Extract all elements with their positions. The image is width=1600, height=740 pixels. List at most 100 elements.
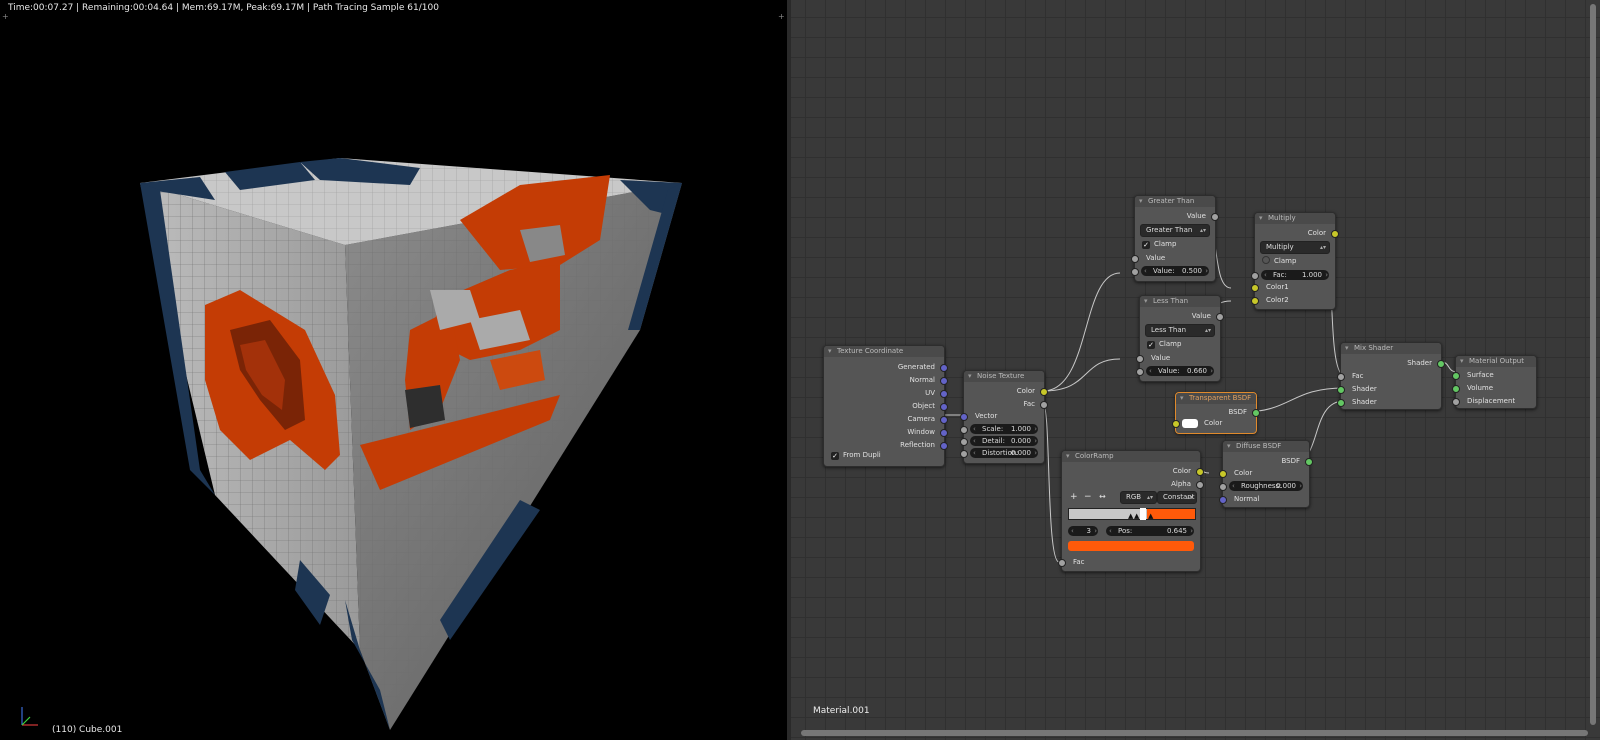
math-operation-select[interactable]: Less Than ▴▾ xyxy=(1145,324,1215,337)
checkbox-checked-icon: ✓ xyxy=(831,452,839,460)
mix-shader-node[interactable]: Mix Shader Shader Fac Shader Shader xyxy=(1337,342,1445,410)
socket-bsdf-out[interactable] xyxy=(1305,458,1313,466)
socket-shader2-in[interactable] xyxy=(1337,399,1345,407)
transparent-bsdf-node[interactable]: Transparent BSDF BSDF Color xyxy=(1172,392,1260,434)
noise-texture-node[interactable]: Noise Texture Color Fac Vector Scale:1.0… xyxy=(960,370,1048,464)
socket-color-out[interactable] xyxy=(1331,230,1339,238)
socket-value-in[interactable] xyxy=(1136,355,1144,363)
add-stop-button[interactable]: + xyxy=(1070,492,1078,502)
ramp-stop-marker-icon[interactable]: ▲ xyxy=(1148,512,1153,520)
socket-uv[interactable] xyxy=(940,390,948,398)
multiply-header[interactable]: Multiply xyxy=(1255,213,1335,224)
greater-than-node[interactable]: Greater Than Value Greater Than▴▾ ✓Clamp… xyxy=(1131,195,1219,282)
socket-fac-out[interactable] xyxy=(1040,401,1048,409)
diffuse-bsdf-header[interactable]: Diffuse BSDF xyxy=(1223,441,1309,452)
less-than-node[interactable]: Less Than Value Less Than▴▾ ✓Clamp Value… xyxy=(1136,295,1224,382)
socket-vector-in[interactable] xyxy=(960,413,968,421)
socket-normal-in[interactable] xyxy=(1219,496,1227,504)
less-than-header[interactable]: Less Than xyxy=(1140,296,1220,307)
input-volume: Volume xyxy=(1467,384,1494,392)
scale-field[interactable]: Scale:1.000 xyxy=(970,424,1038,434)
color-ramp-node[interactable]: ColorRamp Color Alpha + − ↔ RGB▴▾ Consta… xyxy=(1058,450,1204,572)
socket-surface-in[interactable] xyxy=(1452,372,1460,380)
socket-alpha-out[interactable] xyxy=(1196,481,1204,489)
detail-field[interactable]: Detail:0.000 xyxy=(970,436,1038,446)
socket-fac-in[interactable] xyxy=(1058,559,1066,567)
input-displacement: Displacement xyxy=(1467,397,1516,405)
color-swatch[interactable] xyxy=(1182,419,1198,428)
socket-fac-in[interactable] xyxy=(1337,373,1345,381)
vertical-scrollbar[interactable] xyxy=(1590,4,1596,725)
socket-value-in[interactable] xyxy=(1131,255,1139,263)
socket-shader-out[interactable] xyxy=(1437,360,1445,368)
flip-ramp-button[interactable]: ↔ xyxy=(1099,492,1106,502)
3d-viewport[interactable]: Time:00:07.27 | Remaining:00:04.64 | Mem… xyxy=(0,0,787,740)
socket-object[interactable] xyxy=(940,403,948,411)
mix-shader-header[interactable]: Mix Shader xyxy=(1341,343,1441,354)
node-editor[interactable]: Texture Coordinate Generated Normal UV O… xyxy=(791,0,1600,740)
value-field[interactable]: Value:0.660 xyxy=(1146,366,1214,376)
updown-arrow-icon: ▴▾ xyxy=(1204,327,1211,334)
socket-detail-in[interactable] xyxy=(960,438,968,446)
socket-generated[interactable] xyxy=(940,364,948,372)
math-operation-select[interactable]: Greater Than ▴▾ xyxy=(1140,224,1210,237)
socket-displacement-in[interactable] xyxy=(1452,398,1460,406)
socket-value2-in[interactable] xyxy=(1131,268,1139,276)
noise-texture-header[interactable]: Noise Texture xyxy=(964,371,1044,382)
diffuse-bsdf-node[interactable]: Diffuse BSDF BSDF Color Roughness:0.000 … xyxy=(1219,440,1313,508)
stop-position-field[interactable]: Pos:0.645 xyxy=(1106,526,1194,536)
ramp-stop-active-icon[interactable] xyxy=(1140,508,1146,520)
socket-volume-in[interactable] xyxy=(1452,385,1460,393)
input-color2: Color2 xyxy=(1266,296,1289,304)
greater-than-header[interactable]: Greater Than xyxy=(1135,196,1215,207)
fac-field[interactable]: Fac:1.000 xyxy=(1261,270,1329,280)
socket-bsdf-out[interactable] xyxy=(1252,409,1260,417)
color-mode-select[interactable]: RGB ▴▾ xyxy=(1120,491,1157,504)
value-field[interactable]: Value:0.500 xyxy=(1141,266,1209,276)
socket-value-out[interactable] xyxy=(1216,313,1224,321)
socket-color-in[interactable] xyxy=(1219,470,1227,478)
multiply-node[interactable]: Multiply Color Multiply▴▾ Clamp Fac:1.00… xyxy=(1251,212,1339,310)
output-shader: Shader xyxy=(1407,359,1432,367)
texture-coordinate-node[interactable]: Texture Coordinate Generated Normal UV O… xyxy=(823,345,948,467)
socket-camera[interactable] xyxy=(940,416,948,424)
input-value: Value xyxy=(1151,354,1171,362)
transparent-bsdf-header[interactable]: Transparent BSDF xyxy=(1176,393,1256,404)
material-output-header[interactable]: Material Output xyxy=(1456,356,1536,367)
socket-roughness-in[interactable] xyxy=(1219,483,1227,491)
active-stop-color-swatch[interactable] xyxy=(1068,541,1194,551)
socket-reflection[interactable] xyxy=(940,442,948,450)
socket-value-out[interactable] xyxy=(1211,213,1219,221)
blend-type-select[interactable]: Multiply ▴▾ xyxy=(1260,241,1330,254)
socket-color-in[interactable] xyxy=(1172,420,1180,428)
material-output-node[interactable]: Material Output Surface Volume Displacem… xyxy=(1452,355,1537,409)
from-dupli-checkbox[interactable]: ✓ From Dupli xyxy=(831,450,881,460)
socket-color-out[interactable] xyxy=(1196,468,1204,476)
output-reflection: Reflection xyxy=(900,441,935,449)
socket-value2-in[interactable] xyxy=(1136,368,1144,376)
clamp-checkbox[interactable]: ✓ Clamp xyxy=(1142,239,1176,249)
socket-color2-in[interactable] xyxy=(1251,297,1259,305)
interpolation-select[interactable]: Constant ▴▾ xyxy=(1157,491,1197,504)
socket-normal[interactable] xyxy=(940,377,948,385)
roughness-field[interactable]: Roughness:0.000 xyxy=(1229,481,1303,491)
socket-color1-in[interactable] xyxy=(1251,284,1259,292)
socket-window[interactable] xyxy=(940,429,948,437)
clamp-checkbox[interactable]: ✓ Clamp xyxy=(1147,339,1181,349)
ramp-stop-marker-icon[interactable]: ▲ xyxy=(1128,512,1133,520)
output-window: Window xyxy=(907,428,935,436)
socket-color-out[interactable] xyxy=(1040,388,1048,396)
distortion-field[interactable]: Distortion:0.000 xyxy=(970,448,1038,458)
horizontal-scrollbar[interactable] xyxy=(801,730,1588,736)
ramp-stop-marker-icon[interactable]: ▲ xyxy=(1134,512,1139,520)
socket-scale-in[interactable] xyxy=(960,426,968,434)
clamp-checkbox[interactable]: Clamp xyxy=(1262,256,1296,266)
texture-coordinate-header[interactable]: Texture Coordinate xyxy=(824,346,944,357)
remove-stop-button[interactable]: − xyxy=(1084,492,1092,502)
color-ramp-header[interactable]: ColorRamp xyxy=(1062,451,1200,462)
active-stop-index-field[interactable]: 3 xyxy=(1068,526,1098,536)
socket-fac-in[interactable] xyxy=(1251,272,1259,280)
socket-shader1-in[interactable] xyxy=(1337,386,1345,394)
output-value: Value xyxy=(1186,212,1206,220)
socket-distortion-in[interactable] xyxy=(960,450,968,458)
